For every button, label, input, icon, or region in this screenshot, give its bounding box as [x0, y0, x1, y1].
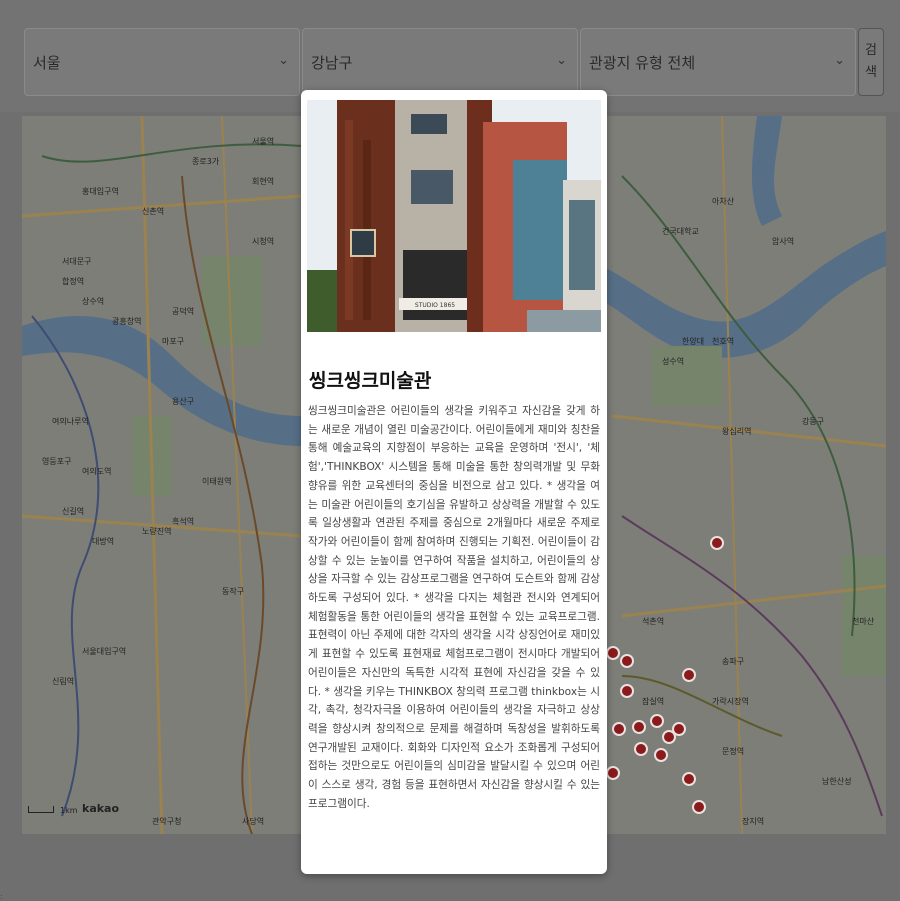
map-marker[interactable]	[710, 536, 724, 550]
map-marker[interactable]	[606, 646, 620, 660]
map-station-label: 광흥창역	[112, 317, 142, 326]
map-station-label: 아차산	[712, 197, 735, 206]
sign-text: STUDIO 1865	[415, 302, 455, 309]
map-station-label: 공덕역	[172, 307, 195, 316]
map-station-label: 한양대	[682, 337, 705, 346]
map-marker[interactable]	[682, 772, 696, 786]
map-marker[interactable]	[606, 766, 620, 780]
place-title: 씽크씽크미술관	[309, 370, 432, 392]
chevron-down-icon: ⌄	[278, 53, 289, 68]
map-station-label: 천마산	[852, 617, 875, 626]
type-select[interactable]: 관광지 유형 전체 ⌄	[580, 28, 856, 96]
map-station-label: 신촌역	[142, 207, 165, 216]
map-station-label: 서울역	[252, 137, 275, 146]
map-station-label: 사당역	[242, 817, 265, 826]
place-photo: STUDIO 1865	[307, 100, 601, 332]
map-marker[interactable]	[612, 722, 626, 736]
map-marker[interactable]	[650, 714, 664, 728]
type-select-value: 관광지 유형 전체	[589, 53, 696, 72]
city-select-value: 서울	[33, 53, 61, 72]
map-station-label: 홍대입구역	[82, 187, 119, 196]
map-marker[interactable]	[654, 748, 668, 762]
search-button-label-2: 색	[865, 65, 877, 80]
map-station-label: 관악구청	[152, 817, 182, 826]
map-station-label: 영등포구	[42, 457, 72, 466]
city-select[interactable]: 서울 ⌄	[24, 28, 300, 96]
map-marker[interactable]	[620, 684, 634, 698]
map-station-label: 암사역	[772, 237, 795, 246]
map-station-label: 시청역	[252, 237, 275, 246]
district-select-value: 강남구	[311, 53, 353, 72]
map-marker[interactable]	[682, 668, 696, 682]
chevron-down-icon: ⌄	[834, 53, 845, 68]
place-detail-modal: STUDIO 1865 씽크씽크미술관 씽크씽크미술관은 어린이들의 생각을 키…	[301, 90, 607, 874]
map-station-label: 여의나루역	[52, 417, 89, 426]
map-station-label: 노량진역	[142, 527, 172, 536]
map-station-label: 흑석역	[172, 517, 195, 526]
map-station-label: 합정역	[62, 277, 85, 286]
chevron-down-icon: ⌄	[556, 53, 567, 68]
map-station-label: 서대문구	[62, 257, 92, 266]
map-station-label: 가락시장역	[712, 697, 749, 706]
map-station-label: 천호역	[712, 337, 735, 346]
map-station-label: 강동구	[802, 417, 825, 426]
kakao-logo: kakao	[82, 802, 120, 815]
map-marker[interactable]	[620, 654, 634, 668]
map-scale-bar	[28, 806, 54, 813]
map-station-label: 동작구	[222, 587, 245, 596]
map-station-label: 상수역	[82, 297, 105, 306]
district-select[interactable]: 강남구 ⌄	[302, 28, 578, 96]
map-marker[interactable]	[634, 742, 648, 756]
map-station-label: 남한산성	[822, 777, 852, 786]
map-station-label: 석촌역	[642, 617, 665, 626]
place-description: 씽크씽크미술관은 어린이들의 생각을 키워주고 자신감을 갖게 하는 새로운 개…	[308, 405, 600, 810]
map-station-label: 마포구	[162, 337, 185, 346]
map-station-label: 왕십리역	[722, 427, 752, 436]
map-station-label: 성수역	[662, 357, 685, 366]
map-station-label: 문정역	[722, 747, 745, 756]
map-station-label: 회현역	[252, 177, 275, 186]
map-station-label: 건국대학교	[662, 227, 699, 236]
map-station-label: 잠실역	[642, 697, 665, 706]
search-button-label-1: 검	[865, 43, 877, 58]
map-scale-label: 1km	[60, 806, 78, 815]
map-station-label: 장지역	[742, 817, 765, 826]
map-station-label: 여의도역	[82, 467, 112, 476]
map-station-label: 종로3가	[192, 157, 220, 166]
map-station-label: 이태원역	[202, 477, 232, 486]
search-button[interactable]: 검 색	[858, 28, 884, 96]
map-station-label: 서울대입구역	[82, 647, 127, 656]
map-station-label: 신림역	[52, 677, 75, 686]
map-station-label: 송파구	[722, 657, 745, 666]
map-station-label: 대방역	[92, 537, 115, 546]
map-marker[interactable]	[632, 720, 646, 734]
map-station-label: 신길역	[62, 507, 85, 516]
map-marker[interactable]	[692, 800, 706, 814]
map-marker[interactable]	[672, 722, 686, 736]
map-station-label: 용산구	[172, 397, 195, 406]
